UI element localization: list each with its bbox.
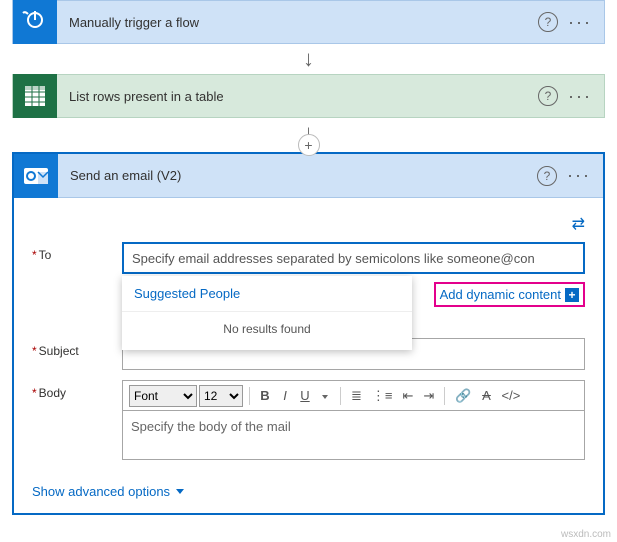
add-dynamic-content-button[interactable]: Add dynamic content + <box>440 287 579 302</box>
dynamic-content-label: Add dynamic content <box>440 287 561 302</box>
add-dynamic-content-highlight: Add dynamic content + <box>434 282 585 307</box>
more-icon[interactable]: ··· <box>567 165 591 186</box>
numbered-list-button[interactable]: ≣ <box>347 386 366 406</box>
step-label: List rows present in a table <box>57 89 538 104</box>
more-format-button[interactable] <box>316 386 334 405</box>
step-manual-trigger[interactable]: Manually trigger a flow ? ··· <box>12 0 605 44</box>
step-list-rows[interactable]: List rows present in a table ? ··· <box>12 74 605 118</box>
help-icon[interactable]: ? <box>538 86 558 106</box>
outdent-button[interactable]: ⇤ <box>399 386 418 406</box>
show-advanced-label: Show advanced options <box>32 484 170 499</box>
arrow-icon: ↓ + <box>0 118 617 152</box>
rich-text-toolbar: Font 12 B I U ≣ ⋮≡ ⇤ ⇥ 🔗 A </> <box>122 380 585 410</box>
body-row: Body Font 12 B I U ≣ ⋮≡ ⇤ ⇥ 🔗 <box>32 380 585 460</box>
bold-button[interactable]: B <box>256 386 274 405</box>
help-icon[interactable]: ? <box>538 12 558 32</box>
body-input[interactable]: Specify the body of the mail <box>122 410 585 460</box>
watermark: wsxdn.com <box>0 527 617 542</box>
to-label: To <box>32 242 122 262</box>
more-icon[interactable]: ··· <box>568 12 592 33</box>
body-label: Body <box>32 380 122 400</box>
to-input[interactable]: Specify email addresses separated by sem… <box>122 242 585 274</box>
add-step-button[interactable]: + <box>298 134 320 156</box>
outlook-icon <box>14 154 58 198</box>
italic-button[interactable]: I <box>276 386 294 405</box>
swap-icon[interactable]: ⇄ <box>32 210 585 242</box>
to-row: To Specify email addresses separated by … <box>32 242 585 274</box>
trigger-icon <box>13 0 57 44</box>
chevron-down-icon <box>176 489 184 494</box>
show-advanced-button[interactable]: Show advanced options <box>32 470 585 513</box>
size-select[interactable]: 12 <box>199 385 243 407</box>
indent-button[interactable]: ⇥ <box>419 386 438 406</box>
more-icon[interactable]: ··· <box>568 86 592 107</box>
suggested-people-dropdown: Suggested People No results found <box>122 276 412 350</box>
excel-icon <box>13 74 57 118</box>
clear-format-button[interactable]: A <box>478 386 496 405</box>
link-button[interactable]: 🔗 <box>451 386 475 406</box>
email-header[interactable]: Send an email (V2) ? ··· <box>14 154 603 198</box>
bullet-list-button[interactable]: ⋮≡ <box>368 386 397 406</box>
arrow-icon: ↓ <box>0 44 617 74</box>
code-view-button[interactable]: </> <box>498 386 525 405</box>
plus-icon: + <box>565 288 579 302</box>
suggested-title: Suggested People <box>122 276 412 311</box>
font-select[interactable]: Font <box>129 385 197 407</box>
step-send-email: Send an email (V2) ? ··· ⇄ To Specify em… <box>12 152 605 515</box>
underline-button[interactable]: U <box>296 386 314 405</box>
step-label: Manually trigger a flow <box>57 15 538 30</box>
subject-label: Subject <box>32 338 122 358</box>
no-results-text: No results found <box>122 312 412 350</box>
help-icon[interactable]: ? <box>537 166 557 186</box>
email-title: Send an email (V2) <box>58 168 537 183</box>
